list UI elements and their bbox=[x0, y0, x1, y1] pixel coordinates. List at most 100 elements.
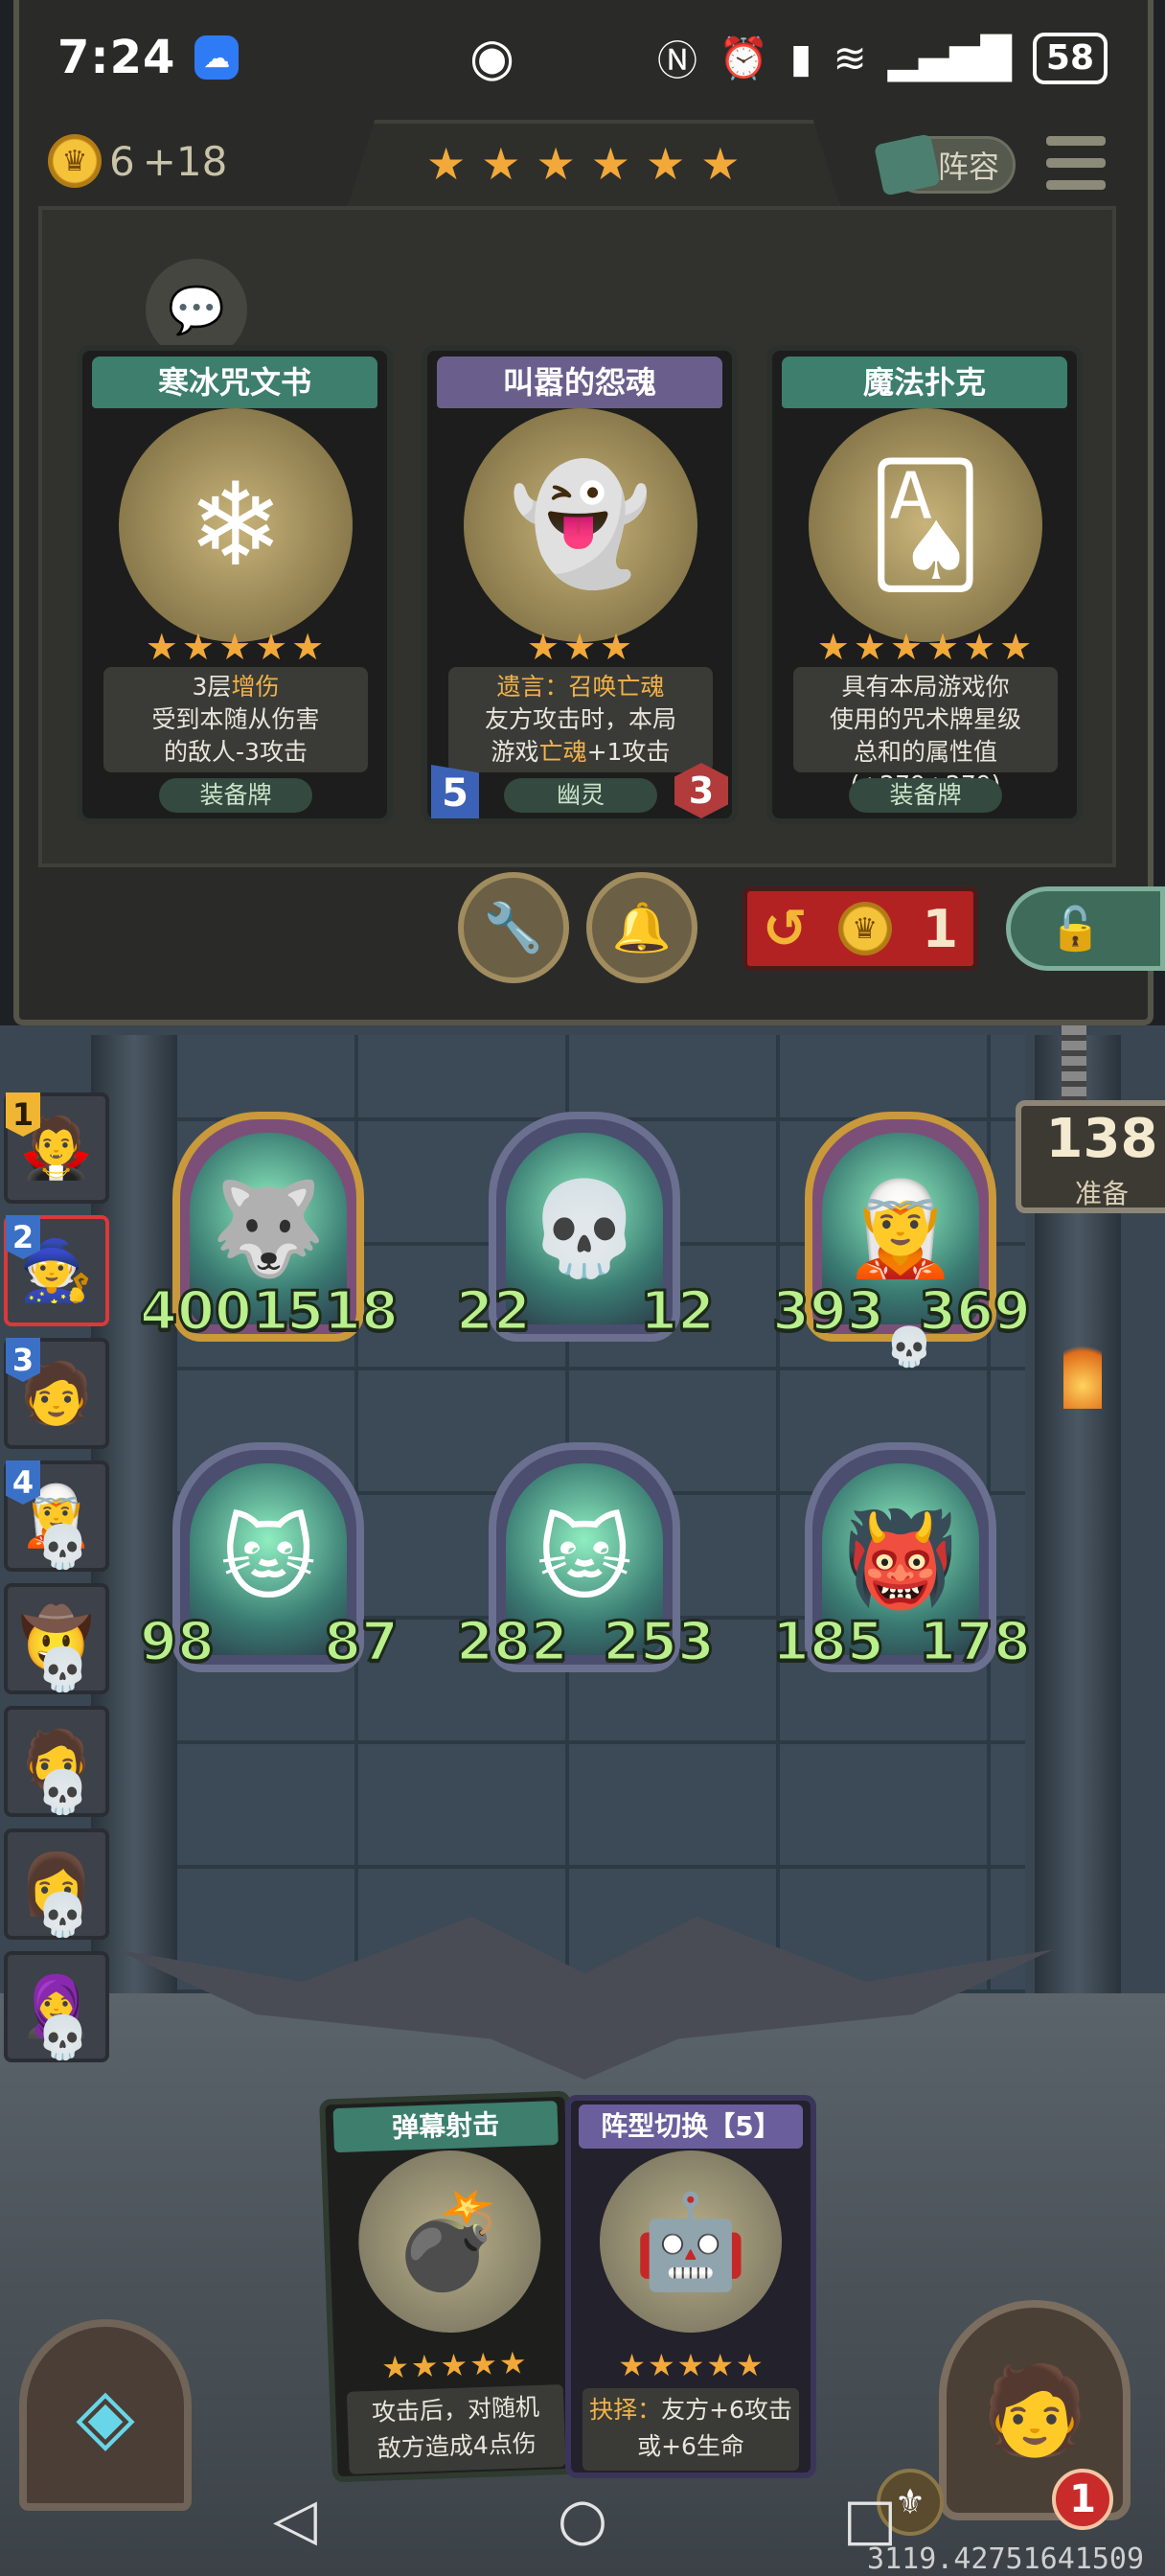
star-icon: ★ bbox=[498, 2344, 528, 2382]
player-avatar[interactable]: 🤠 💀 bbox=[4, 1583, 109, 1694]
gold-coin-icon: ♛ bbox=[48, 134, 102, 188]
minion[interactable]: 🐱 282 253 bbox=[455, 1442, 716, 1691]
description-line: 受到本随从伤害 bbox=[103, 703, 368, 736]
hand-card[interactable]: 弹幕射击 💣 ★ ★ ★ ★ ★ 攻击后，对随机 敌方造成4点伤 bbox=[319, 2090, 583, 2483]
card-art-icon: 🂡 bbox=[809, 408, 1042, 642]
shop-card[interactable]: 魔法扑克🂡★★★★★★具有本局游戏你使用的咒术牌星级总和的属性值(+279+27… bbox=[766, 345, 1083, 824]
description-text: 使用的咒术牌星级 bbox=[829, 705, 1021, 733]
card-type: 幽灵 bbox=[504, 778, 657, 813]
nfc-icon: Ⓝ bbox=[657, 37, 698, 84]
minion-health: 253 bbox=[602, 1610, 717, 1675]
gold-income: +18 bbox=[142, 137, 228, 185]
player-avatar[interactable]: 🧑 3 bbox=[4, 1338, 109, 1449]
description-line: 的敌人-3攻击 bbox=[103, 736, 368, 769]
upgrade-tool-button[interactable]: 🔧 bbox=[458, 872, 569, 983]
star-icon: ★ bbox=[145, 626, 178, 668]
minion-health: 369 bbox=[918, 1279, 1033, 1345]
weather-app-icon: ☁ bbox=[194, 35, 240, 80]
card-type: 装备牌 bbox=[849, 778, 1002, 813]
torch-icon bbox=[1063, 1332, 1102, 1409]
gold-amount: 6 bbox=[109, 137, 135, 185]
card-attack: 5 bbox=[431, 765, 479, 818]
description-text: 3层 bbox=[192, 673, 232, 701]
card-type: 装备牌 bbox=[159, 778, 312, 813]
home-icon[interactable]: ○ bbox=[549, 2486, 616, 2553]
minion[interactable]: 🧝 393 369 💀 bbox=[771, 1112, 1032, 1369]
wrench-icon: 🔧 bbox=[483, 899, 544, 955]
card-stars: ★ ★ ★ bbox=[427, 629, 732, 665]
player-avatar[interactable]: 🧝 4 💀 bbox=[4, 1460, 109, 1572]
card-stars: ★ ★ ★ ★ ★ bbox=[333, 2344, 574, 2386]
gold-coin-icon: ♛ bbox=[837, 902, 892, 955]
skull-icon: 💀 bbox=[36, 1645, 89, 1694]
description-text: +1攻击 bbox=[586, 738, 671, 766]
description-line: 游戏亡魂+1攻击 bbox=[448, 736, 713, 769]
freeze-bell-button[interactable]: 🔔 bbox=[586, 872, 697, 983]
player-rank: 1 bbox=[6, 1092, 40, 1137]
wifi-icon: ≋ bbox=[833, 34, 867, 81]
skull-icon: 💀 bbox=[36, 2013, 89, 2062]
minion[interactable]: 🐱 98 87 bbox=[139, 1442, 400, 1691]
battery-indicator: 58 bbox=[1032, 32, 1108, 84]
description-line: 使用的咒术牌星级 bbox=[793, 703, 1058, 736]
star-icon: ★ bbox=[468, 2345, 498, 2383]
minion-attack: 185 bbox=[771, 1610, 886, 1675]
back-icon[interactable]: ◁ bbox=[262, 2486, 329, 2553]
player-avatar[interactable]: 🧔 💀 bbox=[4, 1706, 109, 1817]
player-avatar[interactable]: 🧕 💀 bbox=[4, 1951, 109, 2062]
description-keyword: 亡魂 bbox=[538, 738, 587, 766]
minion[interactable]: 🐺 4001 518 bbox=[139, 1112, 400, 1361]
card-description: 3层增伤 受到本随从伤害 的敌人-3攻击 bbox=[103, 667, 368, 772]
star-icon: ★ bbox=[481, 138, 521, 190]
description-text: 的敌人-3攻击 bbox=[164, 738, 308, 766]
card-art-icon: 🤖 bbox=[600, 2150, 782, 2333]
ready-sign[interactable]: 138 准备 bbox=[1016, 1100, 1165, 1213]
star-icon: ★ bbox=[526, 626, 560, 668]
vibrate-icon: ▮ bbox=[789, 34, 812, 81]
alarm-icon: ⏰ bbox=[719, 34, 769, 81]
minion-health: 518 bbox=[286, 1279, 400, 1345]
player-avatar[interactable]: 🧙 2 bbox=[4, 1215, 109, 1326]
star-icon: ★ bbox=[590, 138, 630, 190]
star-icon: ★ bbox=[853, 626, 886, 668]
card-art-icon: 💣 bbox=[355, 2147, 544, 2336]
shop-card[interactable]: 寒冰咒文书 ❄ ★ ★ ★ ★ ★ 3层增伤 受到本随从伤害 的敌人-3攻击装备牌 bbox=[77, 345, 393, 824]
card-name: 魔法扑克 bbox=[782, 356, 1067, 408]
player-rank: 4 bbox=[6, 1460, 40, 1505]
minion[interactable]: 👹 185 178 bbox=[771, 1442, 1032, 1691]
status-bar: 7:24 ☁ ◉ Ⓝ ⏰ ▮ ≋ ▂▄▆█ 58 bbox=[0, 0, 1165, 115]
card-name: 寒冰咒文书 bbox=[92, 356, 377, 408]
hand-card[interactable]: 阵型切换【5】 🤖 ★ ★ ★ ★ ★ 抉择：友方+6攻击 或+6生命 bbox=[565, 2095, 816, 2478]
gold-display: ♛ 6 +18 bbox=[48, 134, 227, 188]
card-name: 阵型切换【5】 bbox=[579, 2104, 803, 2149]
lock-button[interactable]: 🔓 bbox=[1006, 886, 1165, 971]
skull-icon: 💀 bbox=[885, 1325, 933, 1369]
clock: 7:24 bbox=[57, 31, 176, 84]
star-icon: ★ bbox=[426, 138, 467, 190]
signal-icon: ▂▄▆█ bbox=[887, 34, 1012, 81]
minion-attack: 4001 bbox=[139, 1279, 291, 1345]
minion[interactable]: 💀 22 12 bbox=[455, 1112, 716, 1361]
menu-icon[interactable] bbox=[1046, 136, 1106, 190]
card-description: 攻击后，对随机 敌方造成4点伤 bbox=[346, 2383, 566, 2474]
card-description: 抉择：友方+6攻击 或+6生命 bbox=[582, 2388, 799, 2471]
shop-card[interactable]: 叫嚣的怨魂 👻 ★ ★ ★ 遗言：召唤亡魂 友方攻击时，本局 游戏亡魂+1攻击 幽灵 5 3 bbox=[422, 345, 738, 824]
star-icon: ★ bbox=[181, 626, 215, 668]
description-text: 或+6生命 bbox=[637, 2432, 744, 2460]
star-icon: ★ bbox=[255, 626, 288, 668]
player-avatar[interactable]: 👩 💀 bbox=[4, 1828, 109, 1940]
lineup-button[interactable]: 阵容 bbox=[874, 133, 1016, 196]
refresh-button[interactable]: ↺ ♛ 1 bbox=[742, 886, 978, 971]
card-stars: ★ ★ ★ ★ ★ bbox=[82, 629, 387, 665]
star-icon: ★ bbox=[536, 138, 576, 190]
star-icon: ★ bbox=[380, 2348, 410, 2386]
player-rank: 2 bbox=[6, 1215, 40, 1259]
skull-icon: 💀 bbox=[36, 1523, 89, 1572]
star-icon: ★ bbox=[618, 2347, 646, 2383]
description-keyword: 抉择： bbox=[589, 2396, 662, 2424]
player-avatar[interactable]: 🧛 1 bbox=[4, 1092, 109, 1204]
card-description: 具有本局游戏你使用的咒术牌星级总和的属性值(+279+279) bbox=[793, 667, 1058, 798]
card-art-icon: 👻 bbox=[464, 408, 697, 642]
card-art-icon: ❄ bbox=[119, 408, 353, 642]
star-icon: ★ bbox=[600, 626, 633, 668]
